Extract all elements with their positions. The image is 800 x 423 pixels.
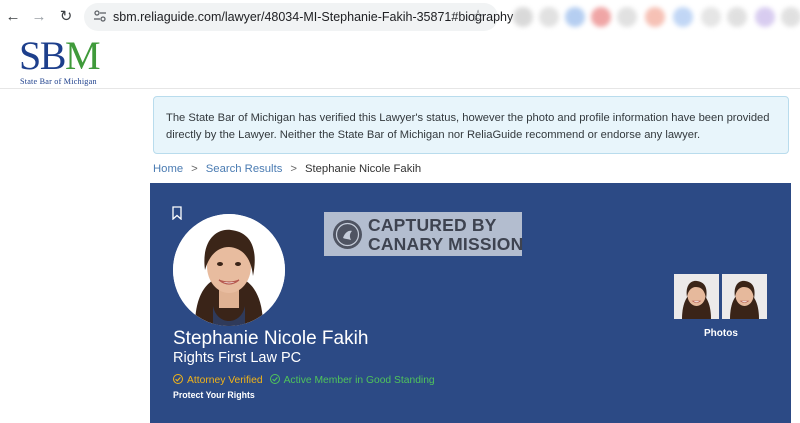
canary-mission-watermark: CAPTURED BY CANARY MISSION xyxy=(324,212,524,256)
profile-card: CAPTURED BY CANARY MISSION Photos Stepha… xyxy=(150,183,791,423)
bookmark-icon[interactable] xyxy=(172,206,182,221)
browser-toolbar: ← → ↻ sbm.reliaguide.com/lawyer/48034-MI… xyxy=(0,0,800,34)
status-row: Attorney Verified Active Member in Good S… xyxy=(173,374,435,386)
check-circle-icon xyxy=(269,374,280,384)
canary-bird-icon xyxy=(333,220,362,249)
star-icon[interactable]: ☆ xyxy=(468,7,488,27)
breadcrumb-separator: > xyxy=(191,163,198,175)
logo-subtitle: State Bar of Michigan xyxy=(20,77,97,86)
extension-icon[interactable] xyxy=(727,7,747,27)
address-bar[interactable]: sbm.reliaguide.com/lawyer/48034-MI-Steph… xyxy=(84,3,513,31)
check-circle-icon xyxy=(173,374,183,384)
breadcrumb-separator: > xyxy=(290,163,297,175)
breadcrumb-current: Stephanie Nicole Fakih xyxy=(304,163,422,175)
reload-icon[interactable]: ↻ xyxy=(56,7,76,27)
good-standing-badge: Active Member in Good Standing xyxy=(269,374,435,386)
verification-notice: The State Bar of Michigan has verified t… xyxy=(153,96,789,154)
lawyer-name: Stephanie Nicole Fakih xyxy=(173,328,369,349)
sbm-logo[interactable]: SBM State Bar of Michigan xyxy=(19,36,111,88)
extension-icon[interactable] xyxy=(701,7,721,27)
extension-icon[interactable] xyxy=(591,7,611,27)
photo-thumbnail[interactable] xyxy=(722,274,767,319)
watermark-text: CAPTURED BY CANARY MISSION xyxy=(368,215,524,254)
extension-icon[interactable] xyxy=(539,7,559,27)
extension-icon[interactable] xyxy=(673,7,693,27)
extension-icon[interactable] xyxy=(513,7,533,27)
extension-icon[interactable] xyxy=(755,7,775,27)
url-text[interactable]: sbm.reliaguide.com/lawyer/48034-MI-Steph… xyxy=(113,10,513,24)
breadcrumb-search-results-link[interactable]: Search Results xyxy=(206,163,283,175)
forward-arrow-icon[interactable]: → xyxy=(29,7,49,27)
breadcrumb: Home > Search Results > Stephanie Nicole Fak… xyxy=(153,163,421,175)
photos-label[interactable]: Photos xyxy=(704,328,738,339)
attorney-verified-badge: Attorney Verified xyxy=(173,374,263,386)
tagline: Protect Your Rights xyxy=(173,390,255,400)
extension-icon[interactable] xyxy=(781,7,800,27)
logo-letters: SBM xyxy=(19,33,101,78)
back-arrow-icon[interactable]: ← xyxy=(3,7,23,27)
extension-icon[interactable] xyxy=(645,7,665,27)
photo-thumbnail[interactable] xyxy=(674,274,719,319)
site-info-icon[interactable] xyxy=(92,9,108,25)
extension-icon[interactable] xyxy=(565,7,585,27)
firm-name: Rights First Law PC xyxy=(173,350,302,366)
extension-icon[interactable] xyxy=(617,7,637,27)
extensions-area xyxy=(505,0,800,34)
breadcrumb-home-link[interactable]: Home xyxy=(153,163,183,175)
profile-photo[interactable] xyxy=(173,214,285,326)
site-header: SBM State Bar of Michigan xyxy=(0,34,800,89)
